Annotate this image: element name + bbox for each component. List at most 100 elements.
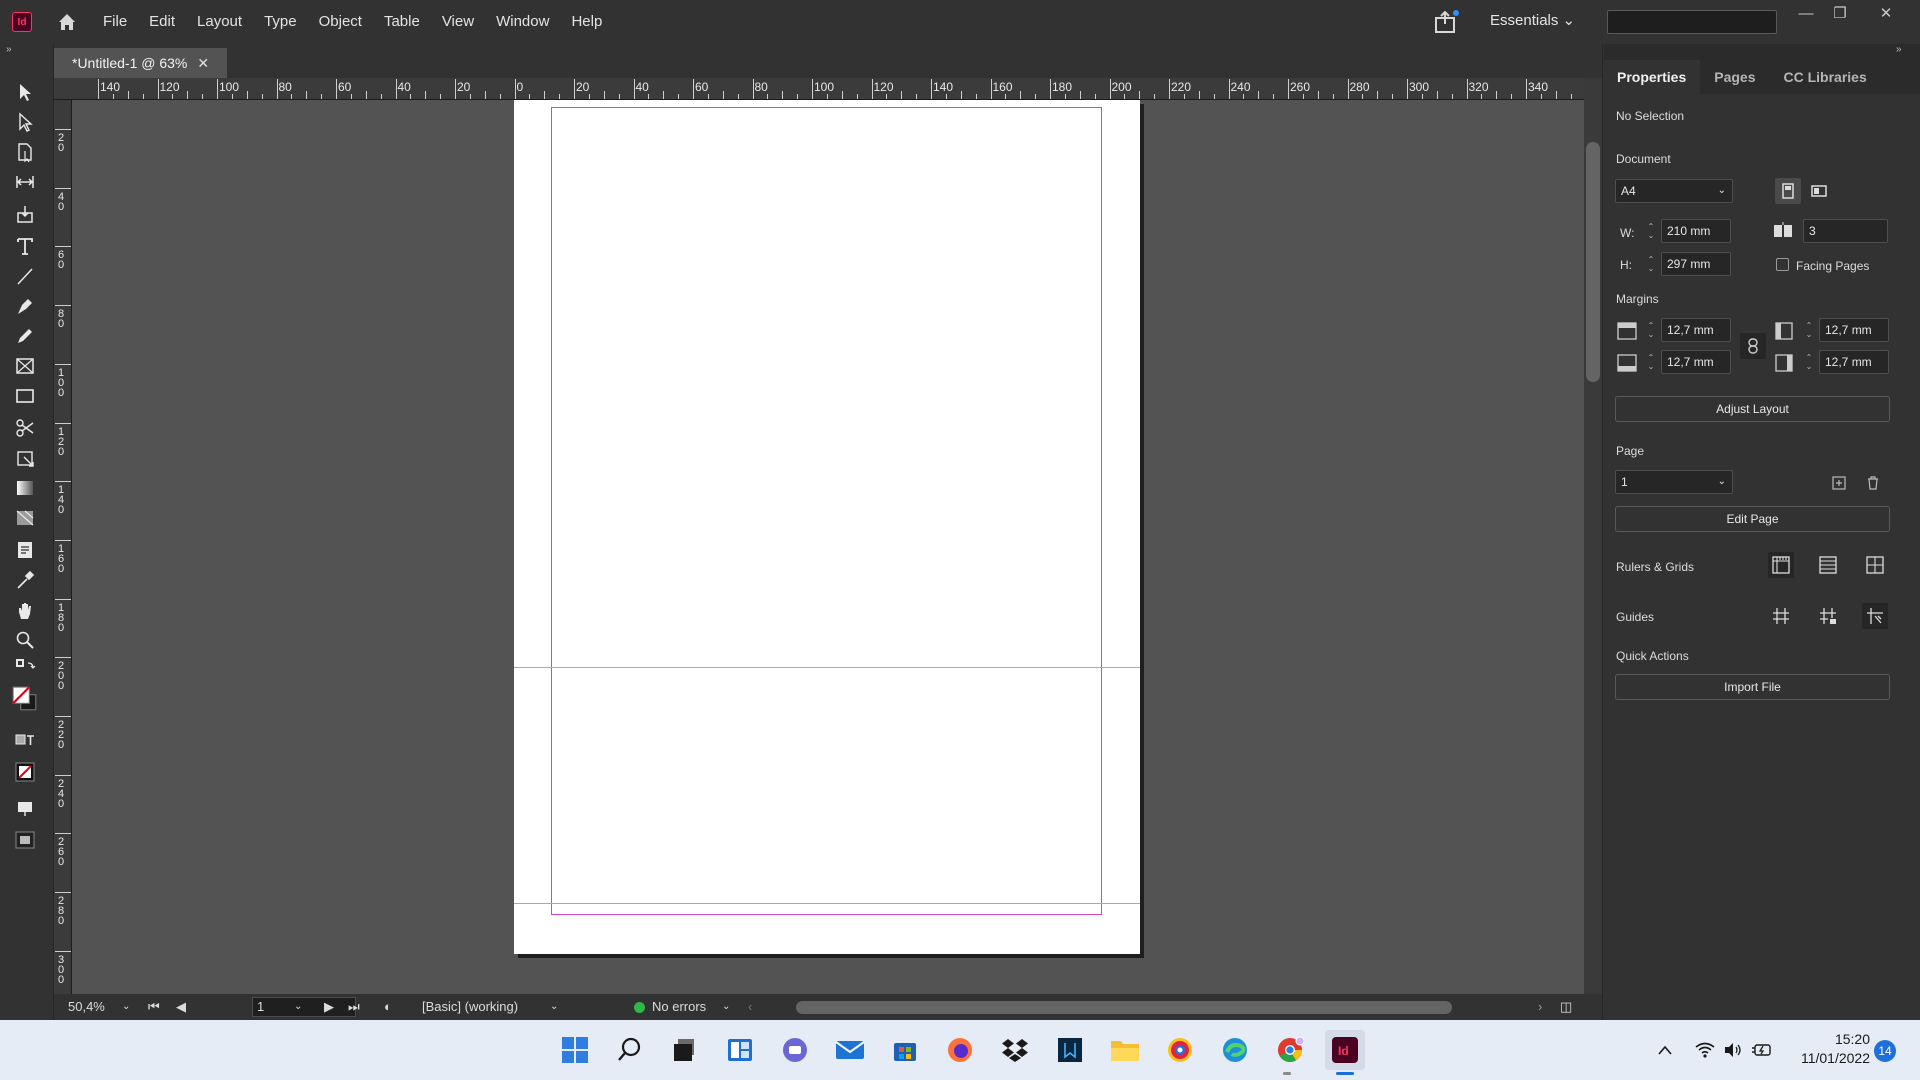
- windows-start-icon[interactable]: [555, 1030, 595, 1070]
- menu-file[interactable]: File: [92, 0, 138, 44]
- height-stepper-icon[interactable]: ⌃ ⌄: [1643, 252, 1659, 276]
- close-tab-icon[interactable]: ✕: [197, 48, 209, 78]
- swap-fill-stroke-icon[interactable]: [8, 656, 42, 680]
- vpn-app-icon[interactable]: [1050, 1030, 1090, 1070]
- ruler-guide-2[interactable]: [514, 903, 1140, 904]
- pages-count-field[interactable]: 3: [1803, 219, 1888, 243]
- document-grid-icon[interactable]: [1862, 552, 1888, 578]
- search-input[interactable]: [1607, 10, 1777, 34]
- share-icon[interactable]: [1432, 8, 1462, 36]
- menu-edit[interactable]: Edit: [138, 0, 186, 44]
- eyedropper-tool-icon[interactable]: [8, 568, 42, 592]
- fill-stroke-icon[interactable]: [8, 684, 42, 714]
- height-field[interactable]: 297 mm: [1661, 252, 1731, 276]
- document-preset-select[interactable]: A4 ⌄: [1615, 179, 1733, 203]
- page-select[interactable]: 1 ⌄: [1615, 470, 1733, 494]
- page-number-field[interactable]: 1: [252, 997, 356, 1017]
- zoom-tool-icon[interactable]: [8, 628, 42, 652]
- wifi-icon[interactable]: [1690, 1030, 1720, 1070]
- widgets-icon[interactable]: [720, 1030, 760, 1070]
- first-page-icon[interactable]: ⏮: [148, 994, 160, 1020]
- profile-dropdown-icon[interactable]: ⌄: [550, 994, 558, 1020]
- zoom-level[interactable]: 50,4%: [68, 994, 105, 1020]
- menu-table[interactable]: Table: [373, 0, 431, 44]
- baseline-grid-icon[interactable]: [1815, 552, 1841, 578]
- show-guides-icon[interactable]: [1768, 603, 1794, 629]
- width-stepper-icon[interactable]: ⌃ ⌄: [1643, 219, 1659, 243]
- menu-window[interactable]: Window: [485, 0, 560, 44]
- landscape-orientation-icon[interactable]: [1806, 178, 1832, 204]
- firefox-icon[interactable]: [940, 1030, 980, 1070]
- lock-guides-icon[interactable]: [1815, 603, 1841, 629]
- next-page-icon[interactable]: ▶: [324, 994, 334, 1020]
- preview-mode-icon[interactable]: [8, 828, 42, 852]
- menu-layout[interactable]: Layout: [186, 0, 253, 44]
- left-margin-stepper-icon[interactable]: ⌃ ⌄: [1801, 318, 1817, 342]
- ruler-guide-1[interactable]: [514, 667, 1140, 668]
- preflight-menu-icon[interactable]: ⌄: [722, 994, 730, 1020]
- gradient-swatch-tool-icon[interactable]: [8, 476, 42, 500]
- selection-tool-icon[interactable]: [8, 80, 42, 104]
- rectangle-tool-icon[interactable]: [8, 384, 42, 408]
- content-collector-icon[interactable]: [8, 202, 42, 226]
- adjust-layout-button[interactable]: Adjust Layout: [1615, 396, 1890, 422]
- scroll-right-icon[interactable]: ›: [1538, 994, 1542, 1020]
- gradient-feather-tool-icon[interactable]: [8, 506, 42, 530]
- preflight-profile[interactable]: [Basic] (working): [422, 994, 518, 1020]
- open-page-icon[interactable]: ◐: [384, 994, 392, 1020]
- edge-icon[interactable]: [1215, 1030, 1255, 1070]
- direct-selection-tool-icon[interactable]: [8, 110, 42, 134]
- teams-chat-icon[interactable]: [775, 1030, 815, 1070]
- scissors-tool-icon[interactable]: [8, 416, 42, 440]
- right-margin-stepper-icon[interactable]: ⌃ ⌄: [1801, 350, 1817, 374]
- add-page-icon[interactable]: [1826, 470, 1852, 496]
- chrome-icon[interactable]: [1270, 1030, 1310, 1070]
- home-icon[interactable]: [54, 9, 80, 35]
- left-margin-field[interactable]: 12,7 mm: [1819, 318, 1889, 342]
- screen-mode-icon[interactable]: [8, 796, 42, 820]
- right-margin-field[interactable]: 12,7 mm: [1819, 350, 1889, 374]
- microsoft-store-icon[interactable]: [885, 1030, 925, 1070]
- width-field[interactable]: 210 mm: [1661, 219, 1731, 243]
- tab-cc-libraries[interactable]: CC Libraries: [1770, 60, 1881, 94]
- delete-page-icon[interactable]: [1860, 470, 1886, 496]
- rectangle-frame-tool-icon[interactable]: [8, 354, 42, 378]
- import-file-button[interactable]: Import File: [1615, 674, 1890, 700]
- pencil-tool-icon[interactable]: [8, 324, 42, 348]
- page-tool-icon[interactable]: [8, 140, 42, 164]
- note-tool-icon[interactable]: [8, 538, 42, 562]
- workspace-switcher[interactable]: Essentials ⌄: [1490, 0, 1575, 44]
- chevron-up-icon[interactable]: [1650, 1030, 1680, 1070]
- tab-properties[interactable]: Properties: [1603, 60, 1701, 94]
- facing-pages-checkbox[interactable]: [1776, 258, 1789, 271]
- gap-tool-icon[interactable]: [8, 170, 42, 194]
- apply-none-icon[interactable]: [8, 760, 42, 784]
- portrait-orientation-icon[interactable]: [1775, 178, 1801, 204]
- opera-gx-icon[interactable]: [1160, 1030, 1200, 1070]
- menu-type[interactable]: Type: [253, 0, 308, 44]
- mail-icon[interactable]: [830, 1030, 870, 1070]
- collapse-panel-icon[interactable]: »: [1896, 44, 1902, 55]
- search-icon[interactable]: [610, 1030, 650, 1070]
- link-margins-icon[interactable]: [1740, 333, 1766, 359]
- volume-icon[interactable]: [1718, 1030, 1748, 1070]
- ruler-toggle-icon[interactable]: [1768, 552, 1794, 578]
- collapse-tools-icon[interactable]: »: [6, 44, 12, 55]
- document-tab[interactable]: *Untitled-1 @ 63% ✕: [54, 48, 228, 78]
- menu-view[interactable]: View: [431, 0, 485, 44]
- preflight-status[interactable]: No errors: [652, 994, 706, 1020]
- vertical-scroll-thumb[interactable]: [1586, 142, 1600, 382]
- indesign-taskbar-icon[interactable]: Id: [1325, 1030, 1365, 1070]
- battery-icon[interactable]: [1746, 1030, 1776, 1070]
- bottom-margin-stepper-icon[interactable]: ⌃ ⌄: [1643, 350, 1659, 374]
- last-page-icon[interactable]: ⏭: [348, 994, 360, 1020]
- page-dropdown-icon[interactable]: ⌄: [294, 994, 302, 1020]
- free-transform-tool-icon[interactable]: [8, 446, 42, 470]
- line-tool-icon[interactable]: [8, 264, 42, 288]
- bottom-margin-field[interactable]: 12,7 mm: [1661, 350, 1731, 374]
- notification-badge[interactable]: 14: [1874, 1040, 1896, 1062]
- scroll-left-icon[interactable]: ‹: [748, 994, 752, 1020]
- edit-page-button[interactable]: Edit Page: [1615, 506, 1890, 532]
- formatting-container-icon[interactable]: [8, 728, 42, 752]
- top-margin-field[interactable]: 12,7 mm: [1661, 318, 1731, 342]
